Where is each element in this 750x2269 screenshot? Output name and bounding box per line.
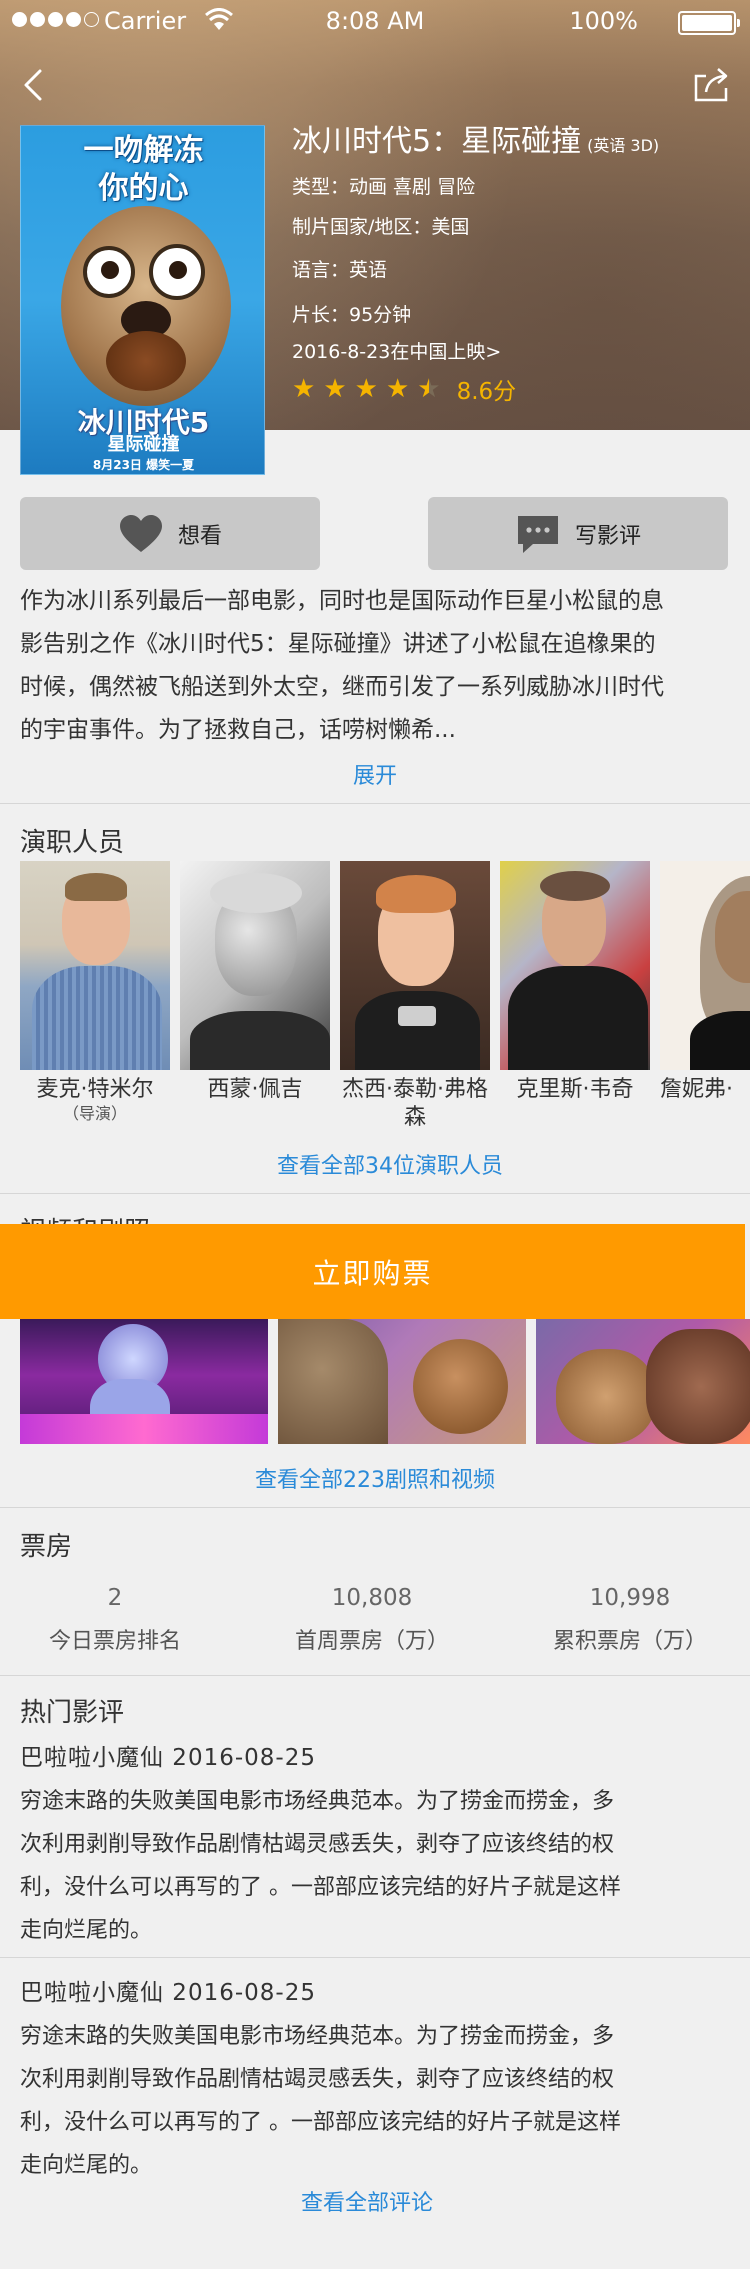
write-review-label: 写影评 <box>574 523 641 549</box>
review-author-date: 巴啦啦小魔仙 2016-08-25 <box>20 1980 316 2006</box>
box-office-stat: 2 今日票房排名 <box>0 1585 240 1655</box>
cast-name: 杰西·泰勒·弗格森 <box>342 1077 488 1130</box>
movie-info: 冰川时代5：星际碰撞 (英语 3D) 类型：动画 喜剧 冒险 制片国家/地区：美国… <box>292 122 732 405</box>
cast-photo <box>660 861 750 1070</box>
cast-name: 西蒙·佩吉 <box>207 1077 303 1102</box>
stat-value: 2 <box>107 1585 123 1611</box>
status-bar: Carrier 8:08 AM 100% <box>0 0 750 44</box>
divider <box>0 1193 750 1194</box>
stat-value: 10,998 <box>589 1585 671 1611</box>
stat-value: 10,808 <box>331 1585 413 1611</box>
movie-genre: 类型：动画 喜剧 冒险 <box>292 176 476 198</box>
poster-subtitle: 星际碰撞 8月23日 爆笑一夏 <box>92 434 195 472</box>
cast-section-title: 演职人员 <box>20 828 125 858</box>
want-to-see-label: 想看 <box>177 523 222 549</box>
cast-photo <box>340 861 490 1070</box>
cast-name: 克里斯·韦奇 <box>516 1077 634 1102</box>
star-icon: ★ <box>323 374 347 404</box>
media-still[interactable] <box>278 1319 526 1444</box>
buy-ticket-button[interactable]: 立即购票 <box>0 1224 745 1319</box>
stat-label: 首周票房（万） <box>294 1629 449 1654</box>
media-still[interactable] <box>536 1319 750 1444</box>
divider <box>0 1507 750 1508</box>
review-author-date: 巴啦啦小魔仙 2016-08-25 <box>20 1745 316 1771</box>
review-body: 穷途末路的失败美国电影市场经典范本。为了捞金而捞金，多 次利用剥削导致作品剧情枯… <box>20 1789 621 1943</box>
cast-photo <box>500 861 650 1070</box>
stat-label: 累积票房（万） <box>552 1629 707 1654</box>
battery-icon <box>678 11 740 35</box>
comment-icon <box>517 515 558 553</box>
movie-country: 制片国家/地区：美国 <box>292 216 470 238</box>
movie-runtime: 片长：95分钟 <box>292 304 412 326</box>
share-icon[interactable] <box>692 64 732 104</box>
movie-format: (英语 3D) <box>587 136 660 155</box>
expand-link[interactable]: 展开 <box>0 758 750 790</box>
review-item[interactable]: 巴啦啦小魔仙 2016-08-25 穷途末路的失败美国电影市场经典范本。为了捞金… <box>20 1973 730 2187</box>
write-review-button[interactable]: 写影评 <box>428 497 728 570</box>
cast-list[interactable]: 麦克·特米尔 （导演） 西蒙·佩吉 杰西·泰勒·弗格森 克里斯·韦奇 詹妮弗· <box>20 861 750 1131</box>
battery-percent: 100% <box>569 7 638 35</box>
rating-stars: ★ ★ ★ ★ ★ 8.6分 <box>292 372 516 406</box>
star-icon: ★ <box>354 374 378 404</box>
half-star-icon: ★ <box>417 374 441 404</box>
cast-card[interactable]: 西蒙·佩吉 <box>180 861 330 1104</box>
cast-card[interactable]: 杰西·泰勒·弗格森 <box>340 861 490 1131</box>
reviews-section-title: 热门影评 <box>20 1698 125 1728</box>
cast-role: （导演） <box>62 1104 127 1123</box>
view-all-reviews-link[interactable]: 查看全部评论 <box>0 2185 734 2217</box>
box-office-stat: 10,998 累积票房（万） <box>505 1585 750 1655</box>
cast-photo <box>20 861 170 1070</box>
poster-tagline: 一吻解冻 你的心 <box>83 133 204 206</box>
cast-card[interactable]: 麦克·特米尔 （导演） <box>20 861 170 1124</box>
rating-score: 8.6分 <box>456 379 517 405</box>
divider <box>0 1675 750 1676</box>
divider <box>0 1957 750 1958</box>
back-icon[interactable] <box>18 65 52 105</box>
cast-card[interactable]: 克里斯·韦奇 <box>500 861 650 1104</box>
movie-title: 冰川时代5：星际碰撞 (英语 3D) <box>292 124 660 159</box>
movie-language: 语言：英语 <box>292 259 388 281</box>
cast-name: 麦克·特米尔 <box>36 1077 154 1102</box>
star-icon: ★ <box>385 374 410 404</box>
box-office-stat: 10,808 首周票房（万） <box>247 1585 497 1655</box>
media-still[interactable] <box>20 1319 268 1444</box>
heart-icon <box>119 514 162 552</box>
cast-photo <box>180 861 330 1070</box>
movie-poster: 一吻解冻 你的心 冰川时代5 星际碰撞 8月23日 爆笑一夏 <box>20 125 265 475</box>
stat-label: 今日票房排名 <box>48 1629 181 1654</box>
view-all-cast-link[interactable]: 查看全部34位演职人员 <box>0 1148 750 1180</box>
divider <box>0 803 750 804</box>
cast-card[interactable]: 詹妮弗· <box>660 861 750 1104</box>
movie-description: 作为冰川系列最后一部电影，同时也是国际动作巨星小松鼠的息 影告别之作《冰川时代5… <box>20 588 664 743</box>
cast-name: 詹妮弗· <box>660 1077 733 1102</box>
view-all-media-link[interactable]: 查看全部223剧照和视频 <box>0 1462 750 1494</box>
movie-release-link[interactable]: 2016-8-23在中国上映> <box>292 337 501 364</box>
want-to-see-button[interactable]: 想看 <box>20 497 320 570</box>
box-office-title: 票房 <box>20 1532 73 1562</box>
star-icon: ★ <box>292 374 316 404</box>
review-item[interactable]: 巴啦啦小魔仙 2016-08-25 穷途末路的失败美国电影市场经典范本。为了捞金… <box>20 1738 730 1952</box>
review-body: 穷途末路的失败美国电影市场经典范本。为了捞金而捞金，多 次利用剥削导致作品剧情枯… <box>20 2024 621 2178</box>
